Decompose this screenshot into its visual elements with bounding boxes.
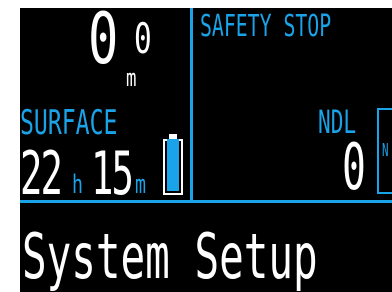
horizontal-divider: [20, 200, 392, 203]
safety-stop-label: SAFETY STOP: [200, 9, 332, 44]
ndl-bar-graph: N: [377, 108, 392, 194]
surface-time-minutes: 15: [91, 139, 134, 209]
mode-label: SURFACE: [20, 103, 118, 143]
depth-integer: 0: [88, 8, 118, 80]
dive-computer-screen: 0 0 m SURFACE 22 h 15 m SAFETY STOP NDL …: [20, 8, 392, 292]
surface-time-hours-unit: h: [72, 170, 83, 200]
vertical-divider: [190, 8, 193, 200]
depth-unit: m: [126, 64, 137, 92]
ndl-value: 0: [342, 131, 366, 205]
depth-decimal: 0: [134, 14, 152, 63]
battery-level-fill: [167, 139, 179, 191]
ndl-bar-text: N: [382, 140, 389, 161]
battery-body: [163, 139, 183, 195]
battery-icon: [163, 134, 183, 195]
surface-time-hours: 22: [20, 139, 63, 209]
menu-title[interactable]: System Setup: [22, 226, 318, 288]
surface-time-minutes-unit: m: [135, 170, 146, 200]
